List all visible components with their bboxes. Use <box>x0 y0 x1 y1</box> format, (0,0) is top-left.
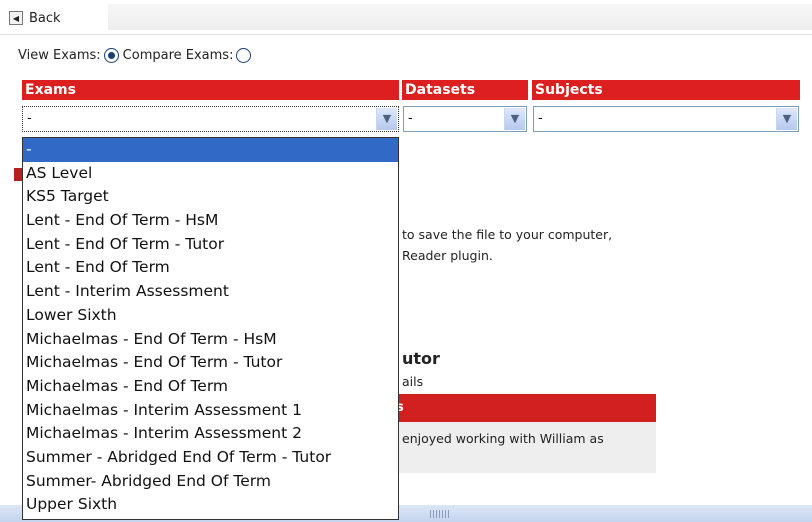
dropdown-option[interactable]: Michaelmas - Interim Assessment 2 <box>23 422 398 446</box>
chevron-down-icon[interactable]: ▼ <box>776 108 797 130</box>
datasets-select[interactable]: - ▼ <box>403 106 527 132</box>
datasets-header: Datasets <box>402 80 528 100</box>
report-header-bar <box>396 394 656 422</box>
dropdown-option[interactable]: Upper Sixth <box>23 493 398 517</box>
back-label: Back <box>29 10 61 26</box>
report-comment-box <box>396 422 656 473</box>
compare-exams-radio[interactable] <box>236 48 252 63</box>
back-button[interactable]: ◀ Back <box>9 9 61 27</box>
dropdown-option[interactable]: Michaelmas - Interim Assessment 1 <box>23 399 398 423</box>
exams-select-value: - <box>27 111 32 126</box>
top-bar: ◀ Back <box>0 0 812 34</box>
dropdown-option[interactable]: Lent - End Of Term - Tutor <box>23 233 398 257</box>
chevron-down-icon[interactable]: ▼ <box>504 108 525 130</box>
back-arrow-icon: ◀ <box>9 11 23 25</box>
exams-dropdown-list[interactable]: - AS Level KS5 Target Lent - End Of Term - … <box>22 137 399 520</box>
radio-checked-dot <box>107 52 115 59</box>
dropdown-option[interactable]: Michaelmas - End Of Term - Tutor <box>23 351 398 375</box>
dropdown-option[interactable]: Summer- Abridged End Of Term <box>23 470 398 494</box>
dropdown-option[interactable]: - <box>23 138 398 162</box>
save-instructions-text: to save the file to your computer, <box>402 227 613 242</box>
dropdown-option[interactable]: Lent - End Of Term - HsM <box>23 209 398 233</box>
dropdown-option[interactable]: Lent - Interim Assessment <box>23 280 398 304</box>
dropdown-option[interactable]: Michaelmas - End Of Term <box>23 375 398 399</box>
scrollbar-grip-icon[interactable] <box>430 510 450 518</box>
compare-exams-label: Compare Exams: <box>122 48 234 63</box>
view-exams-label: View Exams: <box>18 48 101 63</box>
dropdown-option[interactable]: KS5 Target <box>23 185 398 209</box>
dropdown-option[interactable]: Lent - End Of Term <box>23 256 398 280</box>
dropdown-option[interactable]: Michaelmas - End Of Term - HsM <box>23 328 398 352</box>
view-exams-radio[interactable] <box>103 48 119 63</box>
datasets-select-value: - <box>408 111 413 126</box>
exams-header: Exams <box>22 80 399 100</box>
tutor-heading-fragment: utor <box>402 349 440 368</box>
exams-select[interactable]: - ▼ <box>22 106 399 132</box>
subjects-select-value: - <box>538 111 543 126</box>
mode-selector: View Exams: Compare Exams: <box>18 48 255 63</box>
top-bar-background <box>108 4 812 30</box>
dropdown-option[interactable]: Lower Sixth <box>23 304 398 328</box>
dropdown-option[interactable]: Summer - Abridged End Of Term - Tutor <box>23 446 398 470</box>
subjects-select[interactable]: - ▼ <box>533 106 799 132</box>
report-comment-text: enjoyed working with William as <box>402 431 604 446</box>
reader-plugin-text: Reader plugin. <box>402 248 493 263</box>
dropdown-option[interactable]: AS Level <box>23 162 398 186</box>
divider <box>0 34 812 35</box>
subjects-header: Subjects <box>532 80 800 100</box>
background-red-marker <box>14 168 22 181</box>
chevron-down-icon[interactable]: ▼ <box>376 108 397 130</box>
details-text-fragment: ails <box>402 374 424 389</box>
